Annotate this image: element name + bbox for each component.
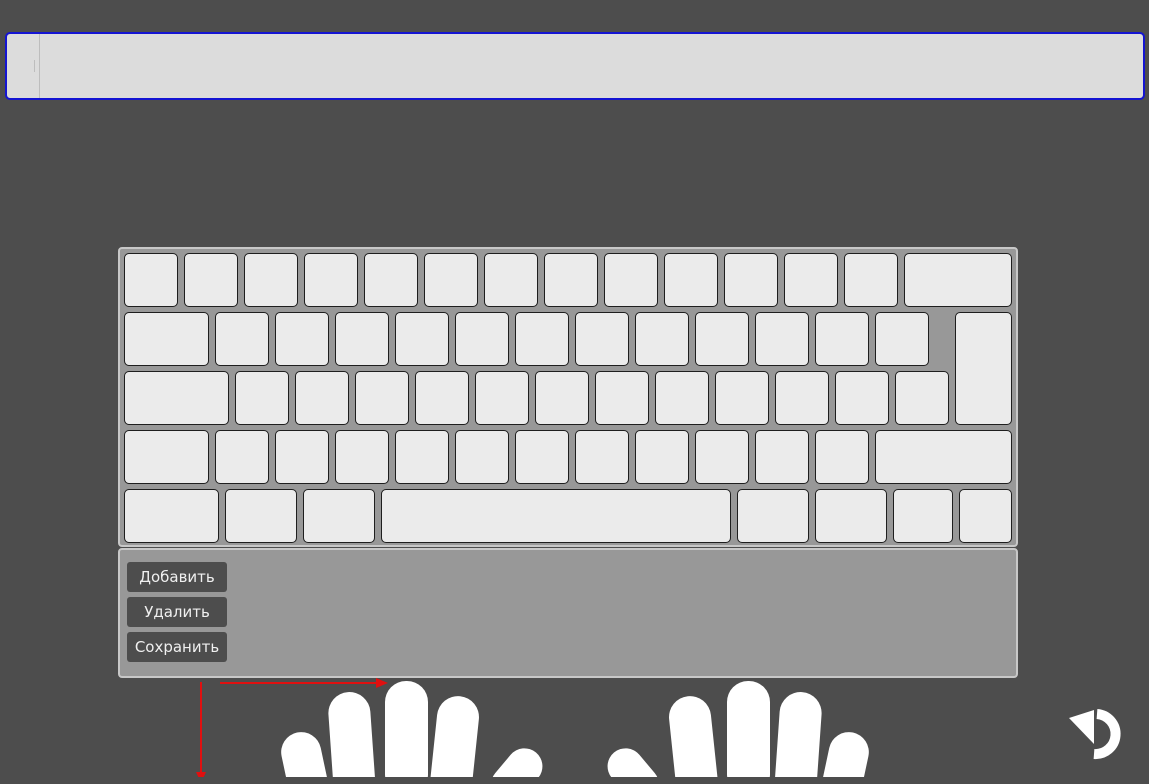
key-r4-k7[interactable] <box>959 489 1012 543</box>
key-r2-k10[interactable] <box>775 371 829 425</box>
key-r0-k10[interactable] <box>724 253 778 307</box>
key-r3-k3[interactable] <box>335 430 389 484</box>
arrow-down-icon <box>196 682 206 783</box>
key-r3-k11[interactable] <box>815 430 869 484</box>
key-r2-k7[interactable] <box>595 371 649 425</box>
key-r0-k6[interactable] <box>484 253 538 307</box>
key-r4-k0[interactable] <box>124 489 219 543</box>
key-r2-k2[interactable] <box>295 371 349 425</box>
key-r2-k3[interactable] <box>355 371 409 425</box>
key-r1-k11[interactable] <box>815 312 869 366</box>
key-r2-k9[interactable] <box>715 371 769 425</box>
key-r3-k5[interactable] <box>455 430 509 484</box>
add-button[interactable]: Добавить <box>127 562 227 592</box>
key-r1-k5[interactable] <box>455 312 509 366</box>
key-r3-k8[interactable] <box>635 430 689 484</box>
undo-icon[interactable] <box>1064 704 1134 764</box>
key-r0-k13[interactable] <box>904 253 1012 307</box>
key-r0-k11[interactable] <box>784 253 838 307</box>
key-r0-k12[interactable] <box>844 253 898 307</box>
key-r4-k4[interactable] <box>737 489 809 543</box>
key-r0-k5[interactable] <box>424 253 478 307</box>
key-r0-k8[interactable] <box>604 253 658 307</box>
key-r1-k4[interactable] <box>395 312 449 366</box>
key-r0-k2[interactable] <box>244 253 298 307</box>
key-r3-k6[interactable] <box>515 430 569 484</box>
key-r0-k3[interactable] <box>304 253 358 307</box>
key-r4-k3[interactable] <box>381 489 731 543</box>
text-caret <box>34 60 35 72</box>
key-r0-k9[interactable] <box>664 253 718 307</box>
key-r3-k4[interactable] <box>395 430 449 484</box>
key-r1-k12[interactable] <box>875 312 929 366</box>
key-r1-k13[interactable] <box>955 312 1012 425</box>
left-hand <box>281 681 543 784</box>
control-panel: Добавить Удалить Сохранить <box>118 548 1018 678</box>
key-r4-k1[interactable] <box>225 489 297 543</box>
save-button[interactable]: Сохранить <box>127 632 227 662</box>
key-r1-k9[interactable] <box>695 312 749 366</box>
input-guide-line <box>39 34 40 98</box>
key-r0-k1[interactable] <box>184 253 238 307</box>
key-r1-k2[interactable] <box>275 312 329 366</box>
key-r3-k0[interactable] <box>124 430 209 484</box>
key-r1-k3[interactable] <box>335 312 389 366</box>
key-r3-k2[interactable] <box>275 430 329 484</box>
right-hand <box>607 681 869 784</box>
key-r2-k12[interactable] <box>895 371 949 425</box>
key-r0-k0[interactable] <box>124 253 178 307</box>
key-r2-k4[interactable] <box>415 371 469 425</box>
key-r0-k4[interactable] <box>364 253 418 307</box>
key-r0-k7[interactable] <box>544 253 598 307</box>
key-r3-k12[interactable] <box>875 430 1012 484</box>
key-r2-k6[interactable] <box>535 371 589 425</box>
key-r2-k1[interactable] <box>235 371 289 425</box>
key-r4-k5[interactable] <box>815 489 887 543</box>
virtual-keyboard <box>118 247 1018 547</box>
typing-input-field[interactable] <box>5 32 1145 100</box>
key-r4-k6[interactable] <box>893 489 953 543</box>
key-r3-k1[interactable] <box>215 430 269 484</box>
key-r2-k0[interactable] <box>124 371 229 425</box>
key-r1-k8[interactable] <box>635 312 689 366</box>
key-r2-k11[interactable] <box>835 371 889 425</box>
key-r1-k7[interactable] <box>575 312 629 366</box>
key-r2-k8[interactable] <box>655 371 709 425</box>
key-r3-k10[interactable] <box>755 430 809 484</box>
delete-button[interactable]: Удалить <box>127 597 227 627</box>
key-r1-k0[interactable] <box>124 312 209 366</box>
key-r3-k7[interactable] <box>575 430 629 484</box>
arrow-right-icon <box>220 678 388 688</box>
hands-illustration <box>0 681 1149 784</box>
key-r4-k2[interactable] <box>303 489 375 543</box>
key-r2-k5[interactable] <box>475 371 529 425</box>
key-r1-k10[interactable] <box>755 312 809 366</box>
key-r3-k9[interactable] <box>695 430 749 484</box>
key-r1-k6[interactable] <box>515 312 569 366</box>
key-r1-k1[interactable] <box>215 312 269 366</box>
typing-input[interactable] <box>47 34 1131 100</box>
